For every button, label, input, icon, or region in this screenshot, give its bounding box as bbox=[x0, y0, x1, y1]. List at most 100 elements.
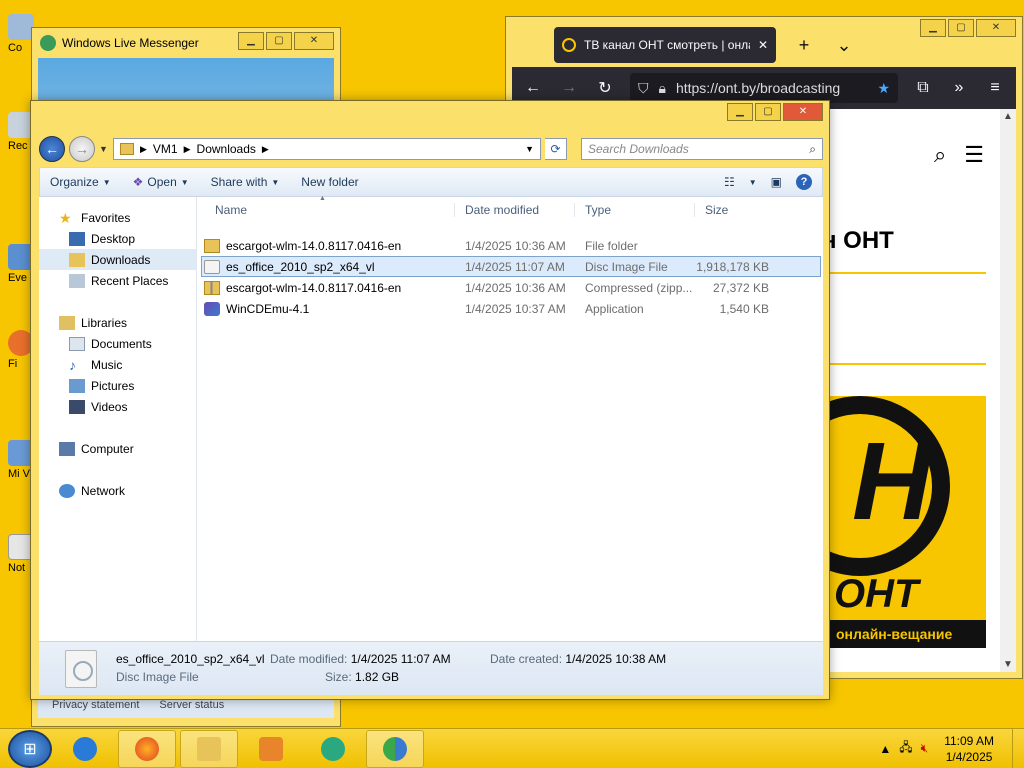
explorer-maximize-button[interactable]: ▢ bbox=[755, 103, 781, 121]
taskbar-live-messenger[interactable] bbox=[366, 729, 424, 768]
column-date-modified[interactable]: Date modified bbox=[454, 203, 574, 217]
ont-logo-banner: Н ОНТ онлайн-вещание bbox=[830, 396, 986, 648]
logo-strip: онлайн-вещание bbox=[830, 620, 986, 648]
refresh-button[interactable]: ⟳ bbox=[545, 138, 567, 160]
firefox-close-button[interactable]: ✕ bbox=[976, 19, 1016, 37]
media-player-icon bbox=[259, 736, 283, 761]
table-row[interactable]: WinCDEmu-4.1 1/4/2025 10:37 AM Applicati… bbox=[201, 298, 821, 319]
address-row: ← → ▼ ▶ VM1 ▶ Downloads ▶ ▼ ⟳ Search Dow… bbox=[39, 133, 823, 165]
messenger-title: Windows Live Messenger bbox=[62, 36, 199, 50]
preview-pane-icon[interactable]: ▣ bbox=[771, 175, 782, 189]
nav-network[interactable]: Network bbox=[39, 480, 196, 501]
more-tools-icon[interactable]: » bbox=[948, 79, 970, 97]
taskbar-explorer[interactable] bbox=[180, 729, 238, 768]
back-arrow-icon[interactable]: ← bbox=[522, 79, 544, 97]
help-icon[interactable]: ? bbox=[796, 174, 812, 190]
reload-icon[interactable]: ↻ bbox=[594, 78, 616, 98]
search-icon[interactable]: ⌕ bbox=[809, 142, 816, 157]
organize-button[interactable]: Organize ▼ bbox=[50, 175, 111, 189]
scroll-up-icon[interactable]: ▲ bbox=[1003, 111, 1013, 122]
new-tab-button[interactable]: + bbox=[792, 35, 816, 56]
back-button[interactable]: ← bbox=[39, 136, 65, 162]
table-row[interactable]: escargot-wlm-14.0.8117.0416-en 1/4/2025 … bbox=[201, 277, 821, 298]
messenger-close-button[interactable]: ✕ bbox=[294, 32, 334, 50]
site-search-icon[interactable]: ⌕ bbox=[934, 142, 946, 168]
breadcrumb-vm1[interactable]: VM1 bbox=[153, 142, 178, 156]
search-input[interactable]: Search Downloads ⌕ bbox=[581, 138, 823, 160]
privacy-statement-link[interactable]: Privacy statement bbox=[52, 699, 139, 711]
nav-computer[interactable]: Computer bbox=[39, 438, 196, 459]
table-row[interactable]: escargot-wlm-14.0.8117.0416-en 1/4/2025 … bbox=[201, 235, 821, 256]
column-type[interactable]: Type bbox=[574, 203, 694, 217]
firefox-icon bbox=[135, 736, 159, 761]
column-name[interactable]: Name bbox=[197, 203, 454, 217]
taskbar-messenger[interactable] bbox=[304, 730, 362, 768]
address-dropdown-icon[interactable]: ▼ bbox=[525, 144, 534, 154]
nav-videos[interactable]: Videos bbox=[39, 396, 196, 417]
messenger-icon bbox=[321, 736, 345, 761]
firefox-maximize-button[interactable]: ▢ bbox=[948, 19, 974, 37]
forward-arrow-icon[interactable]: → bbox=[558, 79, 580, 97]
details-file-name: es_office_2010_sp2_x64_vl bbox=[116, 652, 265, 666]
nav-pictures[interactable]: Pictures bbox=[39, 375, 196, 396]
breadcrumb-downloads[interactable]: Downloads bbox=[197, 142, 256, 156]
recent-pages-dropdown[interactable]: ▼ bbox=[99, 144, 109, 154]
site-menu-icon[interactable]: ☰ bbox=[964, 142, 984, 168]
show-desktop-button[interactable] bbox=[1012, 728, 1024, 768]
zip-folder-icon bbox=[204, 280, 220, 295]
messenger-app-icon bbox=[40, 35, 56, 51]
clock-time: 11:09 AM bbox=[944, 733, 994, 748]
explorer-main: ★ Favorites Desktop Downloads Recent Plac… bbox=[39, 195, 823, 641]
details-size: Size: 1.82 GB bbox=[325, 670, 400, 684]
nav-music[interactable]: ♪ Music bbox=[39, 354, 196, 375]
page-scrollbar[interactable]: ▲ ▼ bbox=[1000, 109, 1016, 672]
taskbar-media-player[interactable] bbox=[242, 730, 300, 768]
nav-libraries[interactable]: Libraries bbox=[39, 312, 196, 333]
internet-explorer-icon bbox=[73, 736, 97, 761]
messenger-minimize-button[interactable]: ▁ bbox=[238, 32, 264, 50]
url-bar[interactable]: ⛉ 🔒︎ https://ont.by/broadcasting ★ bbox=[630, 73, 898, 103]
address-bar[interactable]: ▶ VM1 ▶ Downloads ▶ ▼ bbox=[113, 138, 541, 160]
taskbar-internet-explorer[interactable] bbox=[56, 730, 114, 768]
table-row[interactable]: es_office_2010_sp2_x64_vl 1/4/2025 11:07… bbox=[201, 256, 821, 277]
installer-icon bbox=[204, 301, 220, 316]
firefox-tab-active[interactable]: ТВ канал ОНТ смотреть | онлайн ✕ bbox=[554, 27, 776, 63]
list-all-tabs-button[interactable]: ⌄ bbox=[832, 35, 856, 56]
folder-icon bbox=[197, 736, 221, 761]
new-folder-button[interactable]: New folder bbox=[301, 175, 358, 189]
scroll-down-icon[interactable]: ▼ bbox=[1003, 659, 1013, 670]
downloads-folder-icon bbox=[69, 252, 85, 267]
explorer-minimize-button[interactable]: ▁ bbox=[727, 103, 753, 121]
forward-button[interactable]: → bbox=[69, 136, 95, 162]
tab-close-icon[interactable]: ✕ bbox=[758, 38, 768, 52]
share-with-button[interactable]: Share with ▼ bbox=[211, 175, 280, 189]
taskbar-firefox[interactable] bbox=[118, 729, 176, 768]
search-placeholder: Search Downloads bbox=[588, 142, 689, 156]
explorer-window[interactable]: ▁ ▢ ✕ ← → ▼ ▶ VM1 ▶ Downloads ▶ ▼ ⟳ Sear… bbox=[30, 100, 830, 700]
bookmark-star-icon[interactable]: ★ bbox=[877, 80, 890, 97]
view-options-dropdown[interactable]: ▼ bbox=[749, 178, 757, 187]
column-size[interactable]: Size bbox=[694, 203, 772, 217]
show-hidden-icons-icon[interactable]: ▲ bbox=[879, 742, 891, 756]
libraries-icon bbox=[59, 315, 75, 330]
clock[interactable]: 11:09 AM 1/4/2025 bbox=[936, 733, 994, 765]
nav-desktop[interactable]: Desktop bbox=[39, 228, 196, 249]
network-tray-icon[interactable]: 🖧︎ bbox=[899, 738, 912, 759]
start-button[interactable]: ⊞ bbox=[8, 729, 52, 768]
nav-documents[interactable]: Documents bbox=[39, 333, 196, 354]
server-status-link[interactable]: Server status bbox=[159, 699, 224, 711]
open-button[interactable]: ❖ Open ▼ bbox=[133, 175, 189, 189]
lock-icon[interactable]: 🔒︎ bbox=[659, 80, 666, 97]
nav-favorites[interactable]: ★ Favorites bbox=[39, 207, 196, 228]
explorer-close-button[interactable]: ✕ bbox=[783, 103, 823, 121]
menu-icon[interactable]: ≡ bbox=[984, 79, 1006, 97]
nav-recent-places[interactable]: Recent Places bbox=[39, 270, 196, 291]
extensions-icon[interactable]: ⧉ bbox=[912, 79, 934, 97]
shield-icon[interactable]: ⛉ bbox=[638, 80, 649, 97]
folder-icon bbox=[204, 238, 220, 253]
nav-downloads[interactable]: Downloads bbox=[39, 249, 196, 270]
firefox-minimize-button[interactable]: ▁ bbox=[920, 19, 946, 37]
volume-muted-icon[interactable]: 🔇︎ bbox=[921, 741, 929, 756]
messenger-maximize-button[interactable]: ▢ bbox=[266, 32, 292, 50]
change-view-icon[interactable]: ☷ bbox=[724, 175, 735, 189]
